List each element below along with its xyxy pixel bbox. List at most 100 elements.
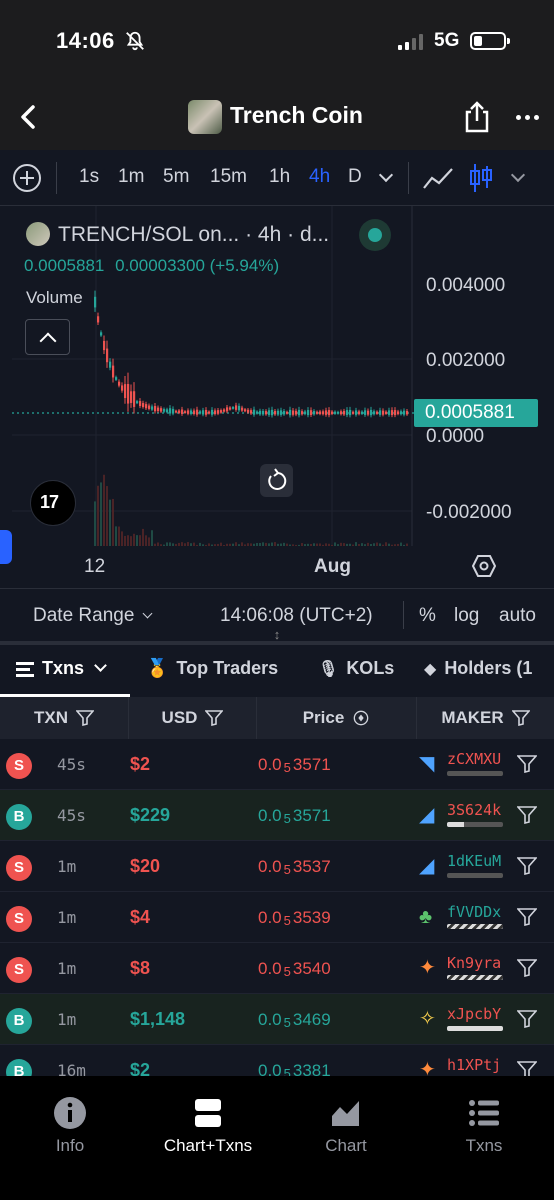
filter-icon[interactable] (517, 1010, 537, 1028)
price-change-line: 0.0005881 0.00003300 (+5.94%) (24, 256, 279, 276)
maker-address[interactable]: fVVDDx (447, 903, 501, 921)
diamond-icon: ◆ (424, 660, 437, 678)
maker-balance-bar (447, 873, 503, 878)
timeframe-1s[interactable]: 1s (79, 166, 99, 188)
medal-icon: 🏅 (146, 658, 169, 678)
info-icon (54, 1097, 86, 1129)
filter-icon[interactable] (517, 857, 537, 875)
back-button[interactable] (14, 102, 44, 132)
reset-chart-icon[interactable] (260, 464, 293, 497)
txn-age: 16m (57, 1061, 86, 1076)
maker-address[interactable]: Kn9yra (447, 954, 501, 972)
toggle-price-icon[interactable] (352, 710, 370, 726)
timeframe-15m[interactable]: 15m (210, 166, 247, 188)
table-row[interactable]: S 1m $20 0.0 5 3537 ◢ 1dKEuM (0, 841, 554, 892)
txn-price: 0.0 5 3539 (258, 908, 331, 928)
txn-usd: $4 (130, 907, 151, 927)
y-tick: 0.002000 (426, 350, 506, 371)
txn-age: 1m (57, 959, 77, 978)
live-status-icon (359, 219, 391, 251)
chart-type-dropdown-icon[interactable] (510, 167, 526, 183)
side-badge: B (6, 804, 32, 830)
txn-age: 1m (57, 857, 77, 876)
table-row[interactable]: B 1m $1,148 0.0 5 3469 ✧ xJpcbY (0, 994, 554, 1045)
txn-price: 0.0 5 3571 (258, 755, 331, 775)
pair-title: TRENCH/SOL on... · 4h · d... (58, 223, 330, 246)
clock-display: 14:06:08 (UTC+2) (220, 605, 373, 626)
maker-balance-bar (447, 822, 503, 827)
list-icon (16, 661, 34, 677)
maker-address[interactable]: zCXMXU (447, 750, 501, 768)
collapse-volume-button[interactable] (25, 319, 70, 355)
filter-icon[interactable] (517, 755, 537, 773)
filter-icon[interactable] (517, 1061, 537, 1076)
percent-toggle[interactable]: % (419, 605, 436, 627)
auto-toggle[interactable]: auto (499, 605, 536, 627)
col-price[interactable]: Price (257, 697, 417, 739)
filter-icon[interactable] (511, 710, 530, 726)
timeframe-1h[interactable]: 1h (269, 166, 290, 188)
last-price: 0.0005881 (24, 256, 105, 275)
filter-icon[interactable] (517, 806, 537, 824)
timeframe-1m[interactable]: 1m (118, 166, 144, 188)
timeframe-4h[interactable]: 4h (309, 166, 330, 188)
table-row[interactable]: S 45s $2 0.0 5 3571 ◥ zCXMXU (0, 739, 554, 790)
price-change: 0.00003300 (+5.94%) (115, 256, 280, 275)
chart-settings-icon[interactable] (472, 554, 496, 578)
table-row[interactable]: S 1m $4 0.0 5 3539 ♣ fVVDDx (0, 892, 554, 943)
tradingview-logo[interactable]: 17 (30, 480, 76, 526)
nav-chart-txns[interactable]: Chart+Txns (138, 1096, 278, 1156)
txn-usd: $1,148 (130, 1009, 186, 1029)
nav-txns[interactable]: Txns (414, 1096, 554, 1156)
table-row[interactable]: S 1m $8 0.0 5 3540 ✦ Kn9yra (0, 943, 554, 994)
share-button[interactable] (462, 100, 492, 134)
side-panel-toggle[interactable] (0, 530, 12, 564)
bottom-nav: Info Chart+Txns Chart Txns (0, 1076, 554, 1200)
timeframe-d[interactable]: D (348, 166, 362, 188)
tab-kols[interactable]: 🎙 KOLs (318, 658, 394, 679)
tab-holders[interactable]: ◆ Holders (1 (424, 658, 532, 679)
timeframe-5m[interactable]: 5m (163, 166, 189, 188)
nav-info[interactable]: Info (0, 1096, 140, 1156)
tab-top-traders[interactable]: 🏅 Top Traders (146, 658, 278, 679)
nav-chart[interactable]: Chart (276, 1096, 416, 1156)
side-badge: B (6, 1059, 32, 1076)
microphone-icon: 🎙 (318, 660, 339, 678)
date-range-button[interactable]: Date Range (33, 605, 153, 627)
maker-address[interactable]: xJpcbY (447, 1005, 501, 1023)
more-options-button[interactable] (516, 104, 546, 130)
txn-price: 0.0 5 3571 (258, 806, 331, 826)
network-type: 5G (434, 30, 460, 51)
add-indicator-icon[interactable] (13, 164, 41, 192)
maker-balance-bar (447, 771, 503, 776)
col-txn[interactable]: TXN (0, 697, 129, 739)
line-chart-icon[interactable] (422, 164, 454, 192)
txn-age: 1m (57, 1010, 77, 1029)
table-row[interactable]: B 45s $229 0.0 5 3571 ◢ 3S624k (0, 790, 554, 841)
area-chart-icon (332, 1101, 359, 1126)
y-tick: -0.002000 (426, 502, 512, 523)
col-usd[interactable]: USD (129, 697, 257, 739)
txn-age: 45s (57, 806, 86, 825)
y-tick: 0.0000 (426, 426, 485, 447)
txn-price: 0.0 5 3381 (258, 1061, 331, 1076)
maker-balance-bar (447, 975, 503, 980)
side-badge: S (6, 957, 32, 983)
table-row[interactable]: B 16m $2 0.0 5 3381 ✦ h1XPtj (0, 1045, 554, 1076)
filter-icon[interactable] (517, 908, 537, 926)
txn-usd: $229 (130, 805, 171, 825)
log-toggle[interactable]: log (454, 605, 479, 627)
filter-icon[interactable] (517, 959, 537, 977)
filter-icon[interactable] (76, 710, 94, 726)
candlestick-icon[interactable] (467, 162, 495, 194)
maker-address[interactable]: h1XPtj (447, 1056, 501, 1074)
col-maker[interactable]: MAKER (417, 697, 554, 739)
maker-address[interactable]: 1dKEuM (447, 852, 501, 870)
maker-address[interactable]: 3S624k (447, 801, 501, 819)
filter-icon[interactable] (205, 710, 224, 726)
status-time: 14:06 (56, 28, 115, 53)
timeframe-dropdown-icon[interactable] (378, 167, 394, 183)
tab-txns[interactable]: Txns (16, 658, 107, 679)
sparkle-dolphin-icon: ✧ (419, 1008, 436, 1030)
x-axis-label: 12 (84, 556, 106, 577)
